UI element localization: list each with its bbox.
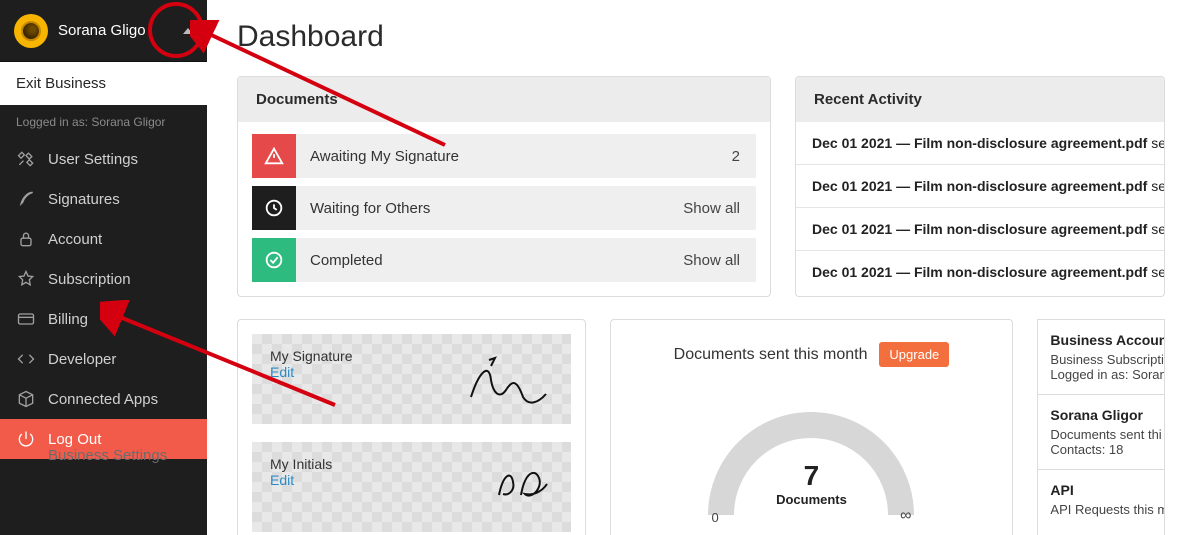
documents-sent-card: Documents sent this month Upgrade 7 Docu… <box>610 319 1014 535</box>
check-circle-icon <box>252 238 296 282</box>
documents-sent-title: Documents sent this month <box>674 346 868 363</box>
documents-row-label: Completed <box>296 252 683 269</box>
documents-row-completed[interactable]: Completed Show all <box>252 238 756 282</box>
documents-row-count: 2 <box>732 148 756 165</box>
documents-row-label: Waiting for Others <box>296 200 683 217</box>
activity-row[interactable]: Dec 01 2021 — Film non-disclosure agreem… <box>796 208 1164 251</box>
info-section-business: Business Account Business Subscripti Log… <box>1038 320 1164 395</box>
tools-icon <box>16 149 36 169</box>
documents-row-showall[interactable]: Show all <box>683 200 756 217</box>
sidebar-item-label: Log Out <box>48 431 101 448</box>
gauge-min: 0 <box>711 510 718 525</box>
sidebar-item-label: Business Settings <box>48 447 167 464</box>
feather-icon <box>16 189 36 209</box>
documents-card: Documents Awaiting My Signature 2 Waitin… <box>237 76 771 297</box>
lock-icon <box>16 229 36 249</box>
gauge-max: ∞ <box>900 507 911 525</box>
info-line: Documents sent thi <box>1050 427 1152 442</box>
initials-scribble-icon <box>491 460 551 506</box>
user-name: Sorana Gligo <box>58 22 183 39</box>
power-icon <box>16 429 36 449</box>
cube-icon <box>16 389 36 409</box>
sidebar-item-developer[interactable]: Developer <box>0 339 207 379</box>
info-section-user: Sorana Gligor Documents sent thi Contact… <box>1038 395 1164 470</box>
info-title: Sorana Gligor <box>1050 407 1152 423</box>
info-line: API Requests this m <box>1050 502 1152 517</box>
signature-card: My Signature Edit My Initials Edit <box>237 319 586 535</box>
sidebar-item-account[interactable]: Account <box>0 219 207 259</box>
recent-activity-header: Recent Activity <box>796 77 1164 122</box>
sidebar-item-label: User Settings <box>48 151 138 168</box>
user-menu-header[interactable]: Sorana Gligo <box>0 0 207 62</box>
page-title: Dashboard <box>207 0 1195 76</box>
card-icon <box>16 309 36 329</box>
info-line: Business Subscripti <box>1050 352 1152 367</box>
documents-row-awaiting[interactable]: Awaiting My Signature 2 <box>252 134 756 178</box>
account-info-card: Business Account Business Subscripti Log… <box>1037 319 1165 535</box>
main-content: Dashboard Documents Awaiting My Signatur… <box>207 0 1195 535</box>
signature-scribble-icon <box>461 352 551 412</box>
documents-row-waiting[interactable]: Waiting for Others Show all <box>252 186 756 230</box>
info-line: Contacts: 18 <box>1050 442 1152 457</box>
sidebar-item-label: Connected Apps <box>48 391 158 408</box>
sidebar-item-label: Billing <box>48 311 88 328</box>
star-icon <box>16 269 36 289</box>
documents-row-showall[interactable]: Show all <box>683 252 756 269</box>
my-signature-block: My Signature Edit <box>252 334 571 424</box>
gauge-value-label: Documents <box>691 492 931 507</box>
documents-card-header: Documents <box>238 77 770 122</box>
sidebar-item-label: Developer <box>48 351 116 368</box>
info-title: Business Account <box>1050 332 1152 348</box>
sidebar-item-connected-apps[interactable]: Connected Apps <box>0 379 207 419</box>
info-section-api: API API Requests this m <box>1038 470 1164 529</box>
my-initials-block: My Initials Edit <box>252 442 571 532</box>
avatar <box>14 14 48 48</box>
gauge-value: 7 <box>691 460 931 492</box>
info-line: Logged in as: Soran <box>1050 367 1152 382</box>
recent-activity-card: Recent Activity Dec 01 2021 — Film non-d… <box>795 76 1165 297</box>
activity-row[interactable]: Dec 01 2021 — Film non-disclosure agreem… <box>796 251 1164 293</box>
documents-row-label: Awaiting My Signature <box>296 148 732 165</box>
activity-row[interactable]: Dec 01 2021 — Film non-disclosure agreem… <box>796 122 1164 165</box>
sidebar-item-signatures[interactable]: Signatures <box>0 179 207 219</box>
gauge: 7 Documents 0 ∞ <box>691 385 931 525</box>
sidebar-item-user-settings[interactable]: User Settings <box>0 139 207 179</box>
sidebar-item-label: Account <box>48 231 102 248</box>
clock-icon <box>252 186 296 230</box>
upgrade-button[interactable]: Upgrade <box>879 342 949 367</box>
sidebar: Sorana Gligo Exit Business Logged in as:… <box>0 0 207 535</box>
sidebar-item-billing[interactable]: Billing <box>0 299 207 339</box>
activity-row[interactable]: Dec 01 2021 — Film non-disclosure agreem… <box>796 165 1164 208</box>
logged-in-as-label: Logged in as: Sorana Gligor <box>0 105 207 139</box>
sidebar-item-label: Subscription <box>48 271 131 288</box>
exit-business-button[interactable]: Exit Business <box>0 62 207 105</box>
caret-up-icon[interactable] <box>183 28 193 34</box>
sidebar-item-label: Signatures <box>48 191 120 208</box>
sidebar-item-subscription[interactable]: Subscription <box>0 259 207 299</box>
code-icon <box>16 349 36 369</box>
alert-triangle-icon <box>252 134 296 178</box>
info-title: API <box>1050 482 1152 498</box>
